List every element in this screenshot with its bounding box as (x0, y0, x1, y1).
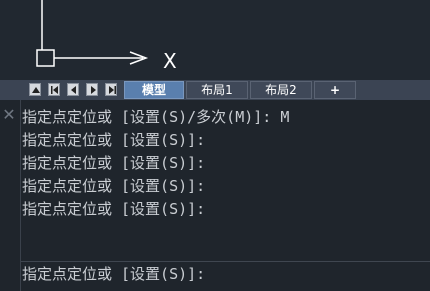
history-line: 指定点定位或 [设置(S)]: (22, 177, 206, 195)
layout-tab-bar: 模型 布局1 布局2 + (0, 80, 430, 100)
history-line: 指定点定位或 [设置(S)]: (22, 200, 206, 218)
close-icon[interactable]: ✕ (0, 106, 18, 124)
x-axis-label: X (163, 49, 177, 73)
previous-icon[interactable] (67, 83, 79, 96)
command-input-divider (21, 261, 430, 262)
tab-layout2[interactable]: 布局2 (250, 81, 312, 99)
first-icon[interactable] (48, 83, 60, 96)
triangle-up-icon[interactable] (29, 83, 41, 96)
last-icon[interactable] (105, 83, 117, 96)
next-icon[interactable] (86, 83, 98, 96)
command-window-divider (20, 100, 21, 291)
history-line: 指定点定位或 [设置(S)]: (22, 131, 206, 149)
add-layout-button[interactable]: + (314, 81, 356, 99)
history-line: 指定点定位或 [设置(S)/多次(M)]: M (22, 108, 290, 126)
drawing-canvas[interactable]: X (0, 0, 430, 80)
command-history: 指定点定位或 [设置(S)/多次(M)]: M 指定点定位或 [设置(S)]: … (22, 106, 428, 221)
tab-layout1[interactable]: 布局1 (186, 81, 248, 99)
command-window: ✕ 指定点定位或 [设置(S)/多次(M)]: M 指定点定位或 [设置(S)]… (0, 100, 430, 291)
command-input[interactable]: 指定点定位或 [设置(S)]: (22, 263, 428, 285)
ucs-axis-icon: X (36, 0, 177, 73)
tab-model[interactable]: 模型 (124, 81, 184, 99)
history-line: 指定点定位或 [设置(S)]: (22, 154, 206, 172)
